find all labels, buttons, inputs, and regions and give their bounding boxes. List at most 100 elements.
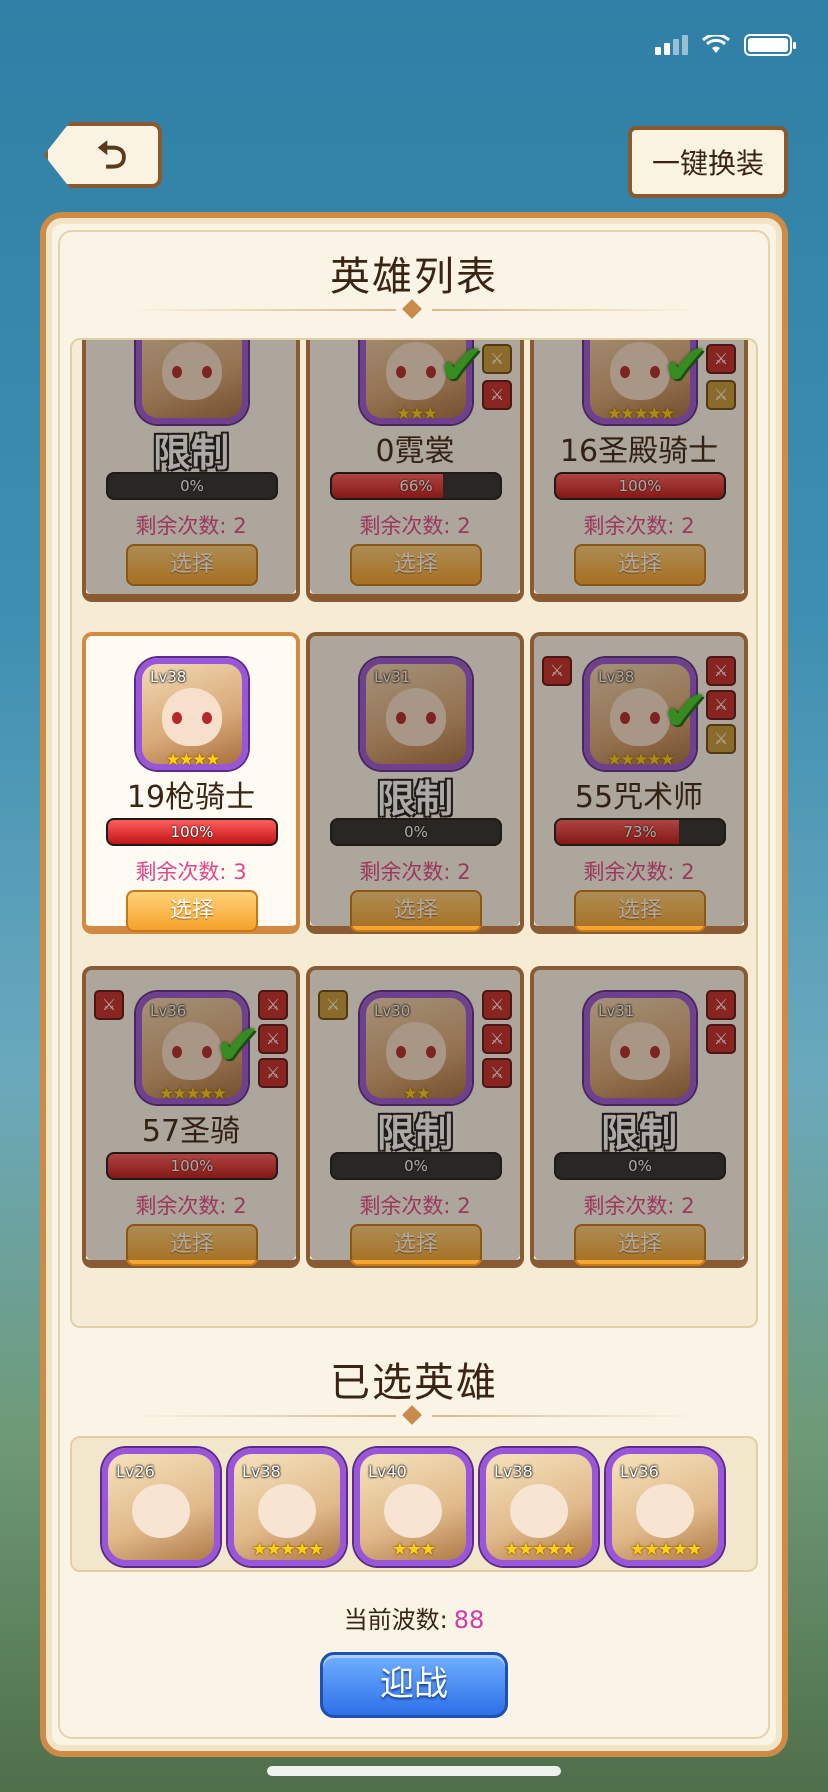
remaining-count: 剩余次数: 2: [359, 860, 471, 884]
hero-card[interactable]: Lv31 0% 剩余次数: 2 选择 限制: [306, 632, 524, 934]
wave-label: 当前波数:: [343, 1606, 448, 1634]
hero-level: Lv40: [374, 338, 410, 340]
selected-hero-avatar[interactable]: Lv38 ★★★★★: [480, 1448, 598, 1566]
hero-card[interactable]: Lv40 ★★★ ⚔⚔⚔⚔✔0霓裳 66% 剩余次数: 2选择: [306, 338, 524, 602]
hero-level: Lv31: [374, 668, 411, 686]
selected-hero-avatar[interactable]: Lv36 ★★★★★: [606, 1448, 724, 1566]
select-button[interactable]: 选择: [350, 1224, 482, 1266]
selected-hero-avatar[interactable]: Lv38 ★★★★★: [228, 1448, 346, 1566]
star-rating: ★★★: [396, 404, 438, 424]
star-rating: ★★★★★: [629, 1539, 703, 1560]
progress-text: 73%: [623, 823, 657, 841]
equipment-icon: ⚔: [706, 656, 736, 686]
hero-card[interactable]: Lv38 ★★★★ 19枪骑士 100% 剩余次数: 3 选择: [82, 632, 300, 934]
fight-button[interactable]: 迎战: [320, 1652, 508, 1718]
remaining-count: 剩余次数: 2: [359, 514, 471, 538]
progress-bar: 100%: [106, 1152, 278, 1180]
star-rating: ★★★★★: [158, 1084, 227, 1104]
remaining-count: 剩余次数: 2: [359, 1194, 471, 1218]
progress-bar: 73%: [554, 818, 726, 846]
select-button[interactable]: 选择: [350, 890, 482, 932]
select-button[interactable]: 选择: [574, 544, 706, 586]
checkmark-icon: ✔: [214, 1013, 261, 1078]
remaining-count: 剩余次数: 2: [583, 514, 695, 538]
hero-name: 0霓裳: [375, 434, 455, 469]
star-rating: ★★: [402, 1084, 432, 1104]
restricted-label: 限制: [376, 1111, 453, 1155]
progress-text: 100%: [618, 477, 662, 495]
equipment-icon: ⚔: [318, 990, 348, 1020]
remaining-count: 剩余次数: 2: [583, 860, 695, 884]
equipment-icon: ⚔: [706, 344, 736, 374]
progress-bar: 66%: [330, 472, 502, 500]
hero-card[interactable]: Lv31 ⚔ ⚔ 0% 剩余次数: 2 选择 限制: [530, 966, 748, 1268]
checkmark-icon: ✔: [438, 338, 485, 398]
wave-number: 88: [453, 1606, 485, 1634]
equipment-icon: ⚔: [482, 1058, 512, 1088]
star-rating: ★★★★★: [503, 1539, 577, 1560]
hero-portrait: Lv30: [136, 338, 248, 424]
home-indicator[interactable]: [267, 1766, 561, 1776]
selected-heroes-bar: Lv26 Lv38 ★★★★★ Lv40 ★★★ Lv38 ★★★★★ Lv36 ★★…: [70, 1436, 758, 1572]
hero-card[interactable]: Lv30 0% 剩余次数: 2 选择 限制: [82, 338, 300, 602]
star-rating: ★★★★★: [606, 404, 675, 424]
back-button[interactable]: ⮌: [44, 122, 162, 188]
equipment-icon: ⚔: [258, 990, 288, 1020]
hero-card[interactable]: Lv38 ★★★★★ ⚔⚔⚔⚔✔16圣殿骑士 100% 剩余次数: 2选择: [530, 338, 748, 602]
hero-list-title: 英雄列表: [330, 254, 498, 300]
equipment-icon: ⚔: [706, 1024, 736, 1054]
remaining-count: 剩余次数: 2: [135, 514, 247, 538]
divider: [126, 1405, 702, 1426]
equipment-icon: ⚔: [94, 990, 124, 1020]
equipment-icon: ⚔: [706, 380, 736, 410]
hero-name: 57圣骑: [141, 1114, 241, 1149]
select-button[interactable]: 选择: [574, 1224, 706, 1266]
hero-grid[interactable]: Lv30 0% 剩余次数: 2选择限制 Lv40 ★★★ ⚔⚔⚔⚔✔0霓裳 66…: [70, 338, 758, 1328]
equipment-icon: ⚔: [482, 1024, 512, 1054]
select-button[interactable]: 选择: [126, 890, 258, 932]
hero-level: Lv31: [598, 1002, 635, 1020]
progress-text: 0%: [404, 1157, 428, 1175]
equipment-icon: ⚔: [482, 380, 512, 410]
hero-level: Lv26: [116, 1462, 155, 1481]
progress-bar: 100%: [554, 472, 726, 500]
hero-level: Lv30: [150, 338, 186, 340]
progress-bar: 100%: [106, 818, 278, 846]
progress-text: 0%: [404, 823, 428, 841]
signal-icon: [655, 35, 688, 55]
equipment-icon: ⚔: [542, 656, 572, 686]
restricted-label: 限制: [376, 777, 453, 821]
hero-portrait: Lv30 ★★: [360, 992, 472, 1104]
divider: [126, 299, 702, 320]
equipment-icon: ⚔: [318, 338, 348, 340]
select-button[interactable]: 选择: [126, 544, 258, 586]
hero-level: Lv38: [150, 668, 187, 686]
selected-heroes-title: 已选英雄: [330, 1360, 498, 1406]
equipment-icon: ⚔: [706, 690, 736, 720]
select-button[interactable]: 选择: [574, 890, 706, 932]
selected-hero-avatar[interactable]: Lv26: [102, 1448, 220, 1566]
equipment-icon: ⚔: [542, 338, 572, 340]
selected-hero-avatar[interactable]: Lv40 ★★★: [354, 1448, 472, 1566]
one-key-equip-button[interactable]: 一键换装: [628, 126, 788, 198]
select-button[interactable]: 选择: [126, 1224, 258, 1266]
hero-card[interactable]: Lv38 ★★★★★ ⚔ ⚔ ⚔ ⚔ ✔ 55咒术师 73% 剩余次数: 2 选择: [530, 632, 748, 934]
star-rating: ★★★★: [165, 750, 221, 770]
hero-level: Lv36: [150, 1002, 187, 1020]
remaining-count: 剩余次数: 2: [135, 1194, 247, 1218]
equipment-icon: ⚔: [706, 990, 736, 1020]
remaining-count: 剩余次数: 2: [583, 1194, 695, 1218]
star-rating: ★★★: [391, 1539, 436, 1560]
select-button[interactable]: 选择: [350, 544, 482, 586]
hero-card[interactable]: Lv36 ★★★★★ ⚔ ⚔ ⚔ ⚔ ✔ 57圣骑 100% 剩余次数: 2 选择: [82, 966, 300, 1268]
status-bar: [655, 33, 796, 56]
hero-name: 16圣殿骑士: [559, 434, 719, 469]
equipment-icon: ⚔: [482, 344, 512, 374]
hero-level: Lv38: [494, 1462, 533, 1481]
progress-text: 100%: [170, 1157, 214, 1175]
star-rating: ★★★★★: [606, 750, 675, 770]
hero-card[interactable]: Lv30 ★★ ⚔ ⚔ ⚔ ⚔ 0% 剩余次数: 2 选择 限制: [306, 966, 524, 1268]
current-wave: 当前波数: 88: [0, 1600, 828, 1635]
remaining-count: 剩余次数: 3: [135, 860, 247, 884]
hero-level: Lv30: [374, 1002, 411, 1020]
